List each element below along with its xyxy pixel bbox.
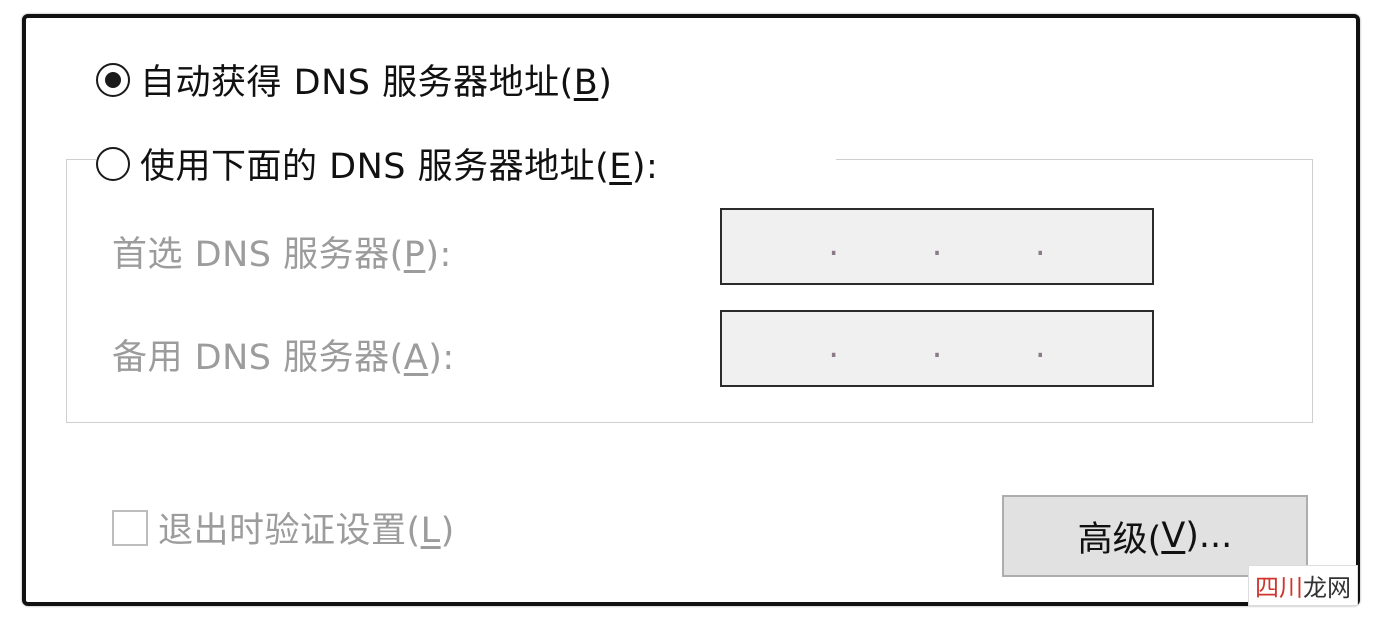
ip-separator: . — [931, 325, 943, 366]
ip-separator: . — [1034, 223, 1046, 264]
alternate-dns-input[interactable]: . . . — [720, 310, 1154, 387]
manual-dns-label[interactable]: 使用下面的 DNS 服务器地址(E): — [140, 138, 658, 189]
auto-dns-option[interactable]: 自动获得 DNS 服务器地址(B) — [96, 54, 612, 105]
validate-settings-label[interactable]: 退出时验证设置(L) — [158, 502, 455, 553]
ip-separator: . — [931, 223, 943, 264]
preferred-dns-input[interactable]: . . . — [720, 208, 1154, 285]
ip-separator: . — [1034, 325, 1046, 366]
dns-settings-panel: 自动获得 DNS 服务器地址(B) 使用下面的 DNS 服务器地址(E): 首选… — [22, 14, 1360, 606]
ip-separator: . — [828, 223, 840, 264]
auto-dns-radio[interactable] — [96, 62, 130, 97]
auto-dns-label[interactable]: 自动获得 DNS 服务器地址(B) — [140, 54, 612, 105]
manual-dns-option[interactable]: 使用下面的 DNS 服务器地址(E): — [96, 138, 658, 189]
preferred-dns-label: 首选 DNS 服务器(P): — [112, 235, 452, 275]
alternate-dns-row: 备用 DNS 服务器(A): — [112, 329, 455, 380]
manual-dns-radio[interactable] — [96, 146, 130, 181]
watermark-logo: 四川龙网 — [1248, 565, 1358, 606]
validate-settings-option[interactable]: 退出时验证设置(L) — [112, 502, 455, 553]
preferred-dns-row: 首选 DNS 服务器(P): — [112, 226, 452, 277]
alternate-dns-label: 备用 DNS 服务器(A): — [112, 338, 455, 378]
ip-separator: . — [828, 325, 840, 366]
validate-settings-checkbox[interactable] — [112, 509, 148, 546]
